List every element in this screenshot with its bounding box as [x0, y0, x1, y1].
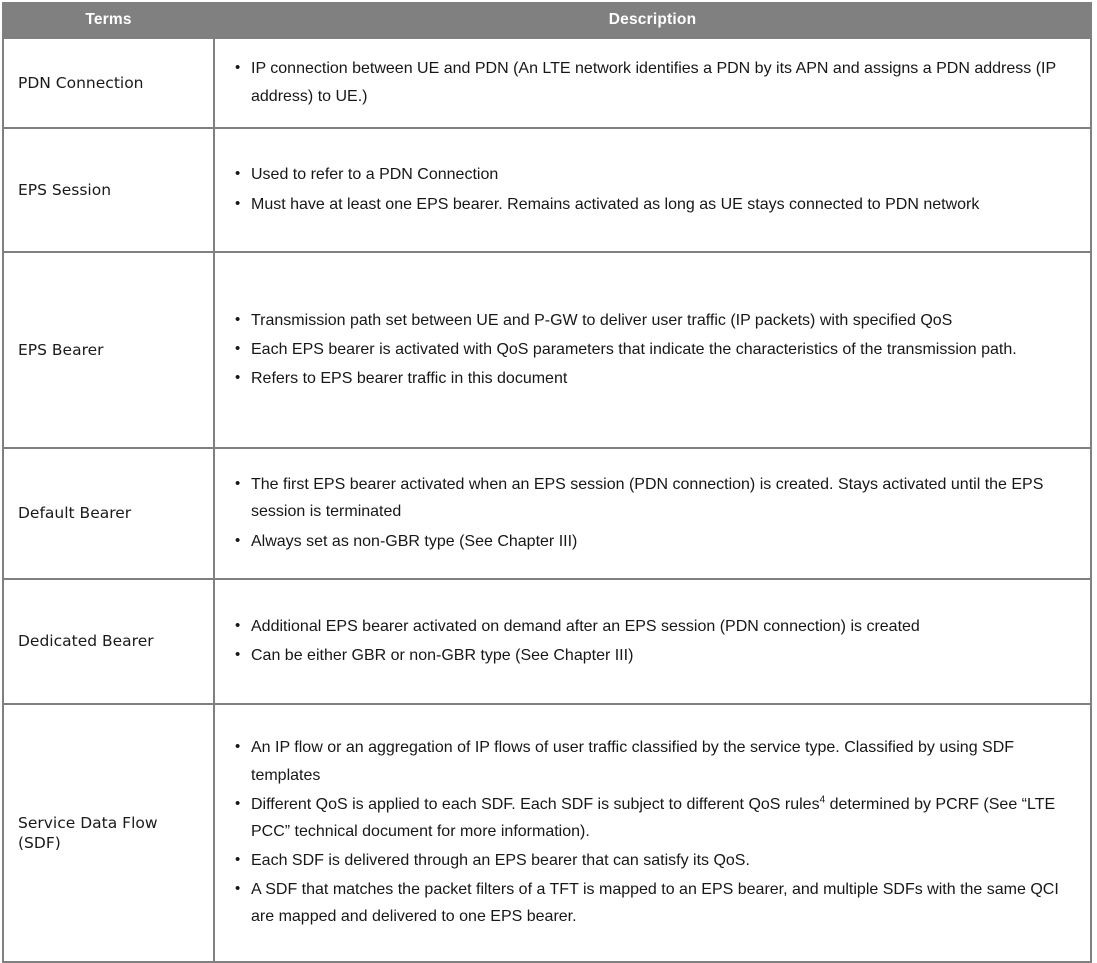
term-label: Default Bearer: [2, 447, 215, 580]
table-row: EPS Bearer Transmission path set between…: [2, 251, 1092, 449]
terminology-table-container: Terms Description PDN Connection IP conn…: [0, 0, 1097, 963]
list-item: Must have at least one EPS bearer. Remai…: [233, 191, 1076, 218]
bullet-list: Used to refer to a PDN Connection Must h…: [233, 161, 1076, 217]
list-item-with-footnote: Different QoS is applied to each SDF. Ea…: [233, 791, 1076, 845]
bullet-list: The first EPS bearer activated when an E…: [233, 471, 1076, 555]
list-item: Always set as non-GBR type (See Chapter …: [233, 528, 1076, 555]
table-body: PDN Connection IP connection between UE …: [2, 37, 1092, 963]
list-item: Can be either GBR or non-GBR type (See C…: [233, 642, 1076, 669]
description-cell: IP connection between UE and PDN (An LTE…: [213, 37, 1092, 129]
term-label: EPS Bearer: [2, 251, 215, 449]
table-row: PDN Connection IP connection between UE …: [2, 37, 1092, 129]
description-cell: Transmission path set between UE and P-G…: [213, 251, 1092, 449]
description-cell: An IP flow or an aggregation of IP flows…: [213, 703, 1092, 963]
bullet-list: Transmission path set between UE and P-G…: [233, 307, 1076, 393]
table-row: Default Bearer The first EPS bearer acti…: [2, 447, 1092, 580]
list-item: An IP flow or an aggregation of IP flows…: [233, 734, 1076, 788]
table-row: Service Data Flow (SDF) An IP flow or an…: [2, 703, 1092, 963]
bullet-list: IP connection between UE and PDN (An LTE…: [233, 55, 1076, 109]
table-row: EPS Session Used to refer to a PDN Conne…: [2, 127, 1092, 253]
terminology-table: Terms Description PDN Connection IP conn…: [2, 2, 1092, 963]
description-cell: Additional EPS bearer activated on deman…: [213, 578, 1092, 705]
list-item: Additional EPS bearer activated on deman…: [233, 613, 1076, 640]
term-label: Dedicated Bearer: [2, 578, 215, 705]
column-header-description: Description: [213, 2, 1092, 39]
list-item: Each EPS bearer is activated with QoS pa…: [233, 336, 1076, 363]
table-header: Terms Description: [2, 2, 1092, 39]
list-item: IP connection between UE and PDN (An LTE…: [233, 55, 1076, 109]
list-item: Each SDF is delivered through an EPS bea…: [233, 847, 1076, 874]
bullet-list: An IP flow or an aggregation of IP flows…: [233, 734, 1076, 930]
column-header-terms: Terms: [2, 2, 215, 39]
table-header-row: Terms Description: [2, 2, 1092, 39]
bullet-list: Additional EPS bearer activated on deman…: [233, 613, 1076, 669]
list-item: Transmission path set between UE and P-G…: [233, 307, 1076, 334]
table-row: Dedicated Bearer Additional EPS bearer a…: [2, 578, 1092, 705]
term-label: Service Data Flow (SDF): [2, 703, 215, 963]
list-item: Used to refer to a PDN Connection: [233, 161, 1076, 188]
term-label: EPS Session: [2, 127, 215, 253]
list-item: A SDF that matches the packet filters of…: [233, 876, 1076, 930]
description-cell: The first EPS bearer activated when an E…: [213, 447, 1092, 580]
list-item: Refers to EPS bearer traffic in this doc…: [233, 365, 1076, 392]
footnote-text-before: Different QoS is applied to each SDF. Ea…: [251, 795, 820, 813]
list-item: The first EPS bearer activated when an E…: [233, 471, 1076, 525]
term-label: PDN Connection: [2, 37, 215, 129]
description-cell: Used to refer to a PDN Connection Must h…: [213, 127, 1092, 253]
